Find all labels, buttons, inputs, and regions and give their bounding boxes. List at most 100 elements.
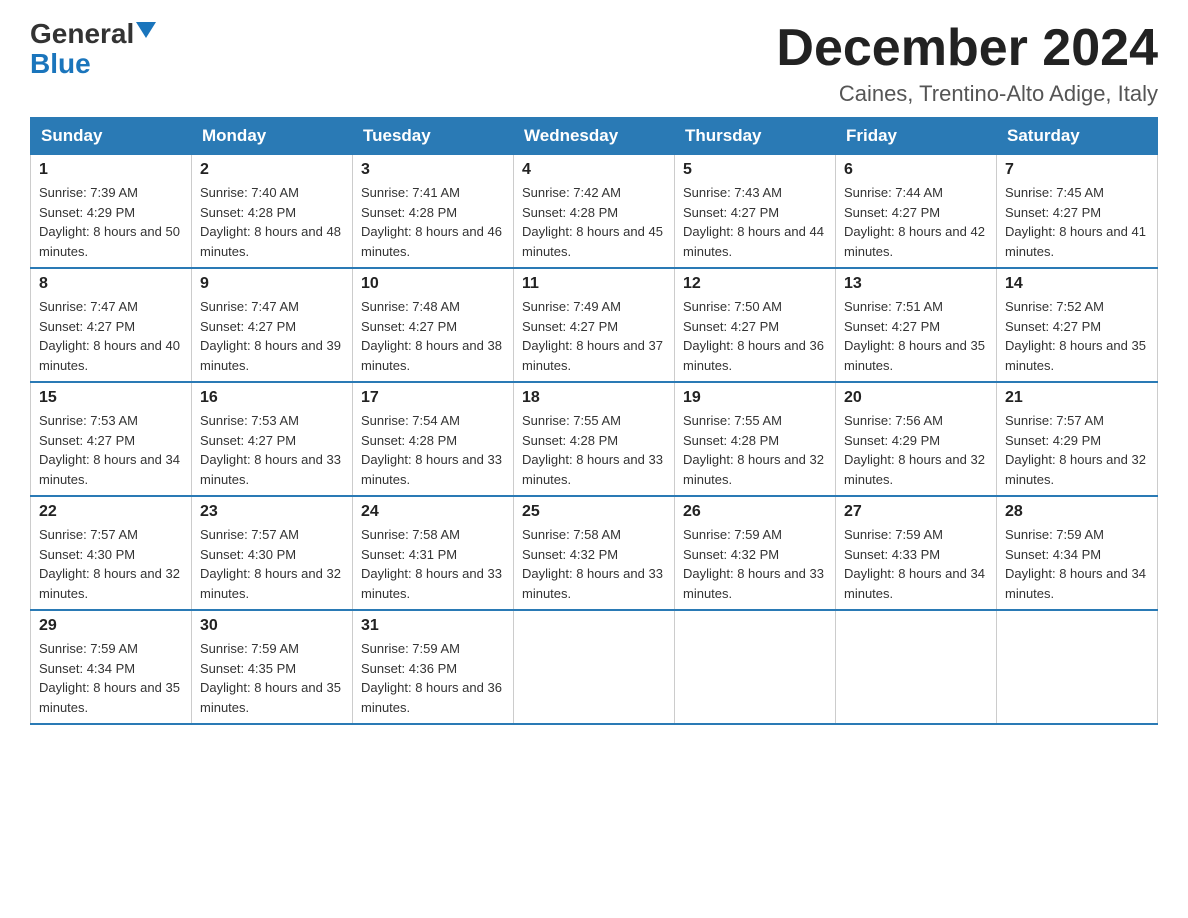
- day-number: 13: [844, 275, 988, 293]
- calendar-week-row: 29Sunrise: 7:59 AMSunset: 4:34 PMDayligh…: [31, 610, 1158, 724]
- calendar-header-row: Sunday Monday Tuesday Wednesday Thursday…: [31, 118, 1158, 155]
- day-info: Sunrise: 7:49 AMSunset: 4:27 PMDaylight:…: [522, 297, 666, 375]
- day-info: Sunrise: 7:43 AMSunset: 4:27 PMDaylight:…: [683, 183, 827, 261]
- day-number: 20: [844, 389, 988, 407]
- table-row: 4 Sunrise: 7:42 AMSunset: 4:28 PMDaylight…: [514, 155, 675, 269]
- day-number: 28: [1005, 503, 1149, 521]
- table-row: 22Sunrise: 7:57 AMSunset: 4:30 PMDayligh…: [31, 496, 192, 610]
- day-number: 10: [361, 275, 505, 293]
- col-saturday: Saturday: [997, 118, 1158, 155]
- day-info: Sunrise: 7:44 AMSunset: 4:27 PMDaylight:…: [844, 183, 988, 261]
- day-number: 11: [522, 275, 666, 293]
- table-row: [514, 610, 675, 724]
- day-info: Sunrise: 7:53 AMSunset: 4:27 PMDaylight:…: [39, 411, 183, 489]
- day-number: 7: [1005, 161, 1149, 179]
- title-block: December 2024 Caines, Trentino-Alto Adig…: [776, 20, 1158, 107]
- table-row: 11 Sunrise: 7:49 AMSunset: 4:27 PMDayligh…: [514, 268, 675, 382]
- table-row: 18 Sunrise: 7:55 AMSunset: 4:28 PMDayligh…: [514, 382, 675, 496]
- table-row: 19 Sunrise: 7:55 AMSunset: 4:28 PMDayligh…: [675, 382, 836, 496]
- day-info: Sunrise: 7:59 AMSunset: 4:35 PMDaylight:…: [200, 639, 344, 717]
- table-row: 16Sunrise: 7:53 AMSunset: 4:27 PMDayligh…: [192, 382, 353, 496]
- col-monday: Monday: [192, 118, 353, 155]
- col-tuesday: Tuesday: [353, 118, 514, 155]
- col-thursday: Thursday: [675, 118, 836, 155]
- day-info: Sunrise: 7:42 AMSunset: 4:28 PMDaylight:…: [522, 183, 666, 261]
- day-number: 23: [200, 503, 344, 521]
- table-row: 1 Sunrise: 7:39 AMSunset: 4:29 PMDaylight…: [31, 155, 192, 269]
- table-row: 12 Sunrise: 7:50 AMSunset: 4:27 PMDayligh…: [675, 268, 836, 382]
- table-row: 27 Sunrise: 7:59 AMSunset: 4:33 PMDayligh…: [836, 496, 997, 610]
- calendar-week-row: 8 Sunrise: 7:47 AMSunset: 4:27 PMDaylight…: [31, 268, 1158, 382]
- table-row: 9 Sunrise: 7:47 AMSunset: 4:27 PMDaylight…: [192, 268, 353, 382]
- table-row: 24 Sunrise: 7:58 AMSunset: 4:31 PMDayligh…: [353, 496, 514, 610]
- day-info: Sunrise: 7:51 AMSunset: 4:27 PMDaylight:…: [844, 297, 988, 375]
- day-number: 22: [39, 503, 183, 521]
- day-number: 1: [39, 161, 183, 179]
- table-row: 20 Sunrise: 7:56 AMSunset: 4:29 PMDayligh…: [836, 382, 997, 496]
- day-info: Sunrise: 7:45 AMSunset: 4:27 PMDaylight:…: [1005, 183, 1149, 261]
- day-info: Sunrise: 7:52 AMSunset: 4:27 PMDaylight:…: [1005, 297, 1149, 375]
- day-number: 19: [683, 389, 827, 407]
- day-number: 18: [522, 389, 666, 407]
- table-row: 28 Sunrise: 7:59 AMSunset: 4:34 PMDayligh…: [997, 496, 1158, 610]
- day-info: Sunrise: 7:58 AMSunset: 4:31 PMDaylight:…: [361, 525, 505, 603]
- day-number: 8: [39, 275, 183, 293]
- month-title: December 2024: [776, 20, 1158, 77]
- page-header: General Blue December 2024 Caines, Trent…: [30, 20, 1158, 107]
- col-friday: Friday: [836, 118, 997, 155]
- table-row: 5 Sunrise: 7:43 AMSunset: 4:27 PMDaylight…: [675, 155, 836, 269]
- day-number: 27: [844, 503, 988, 521]
- table-row: 29Sunrise: 7:59 AMSunset: 4:34 PMDayligh…: [31, 610, 192, 724]
- day-info: Sunrise: 7:55 AMSunset: 4:28 PMDaylight:…: [522, 411, 666, 489]
- day-info: Sunrise: 7:47 AMSunset: 4:27 PMDaylight:…: [39, 297, 183, 375]
- day-number: 17: [361, 389, 505, 407]
- day-number: 26: [683, 503, 827, 521]
- table-row: 25 Sunrise: 7:58 AMSunset: 4:32 PMDayligh…: [514, 496, 675, 610]
- logo: General Blue: [30, 20, 156, 78]
- day-number: 31: [361, 617, 505, 635]
- col-wednesday: Wednesday: [514, 118, 675, 155]
- day-number: 24: [361, 503, 505, 521]
- day-info: Sunrise: 7:57 AMSunset: 4:29 PMDaylight:…: [1005, 411, 1149, 489]
- table-row: [997, 610, 1158, 724]
- day-number: 5: [683, 161, 827, 179]
- day-info: Sunrise: 7:40 AMSunset: 4:28 PMDaylight:…: [200, 183, 344, 261]
- table-row: 14 Sunrise: 7:52 AMSunset: 4:27 PMDayligh…: [997, 268, 1158, 382]
- day-number: 4: [522, 161, 666, 179]
- day-number: 6: [844, 161, 988, 179]
- table-row: 15 Sunrise: 7:53 AMSunset: 4:27 PMDayligh…: [31, 382, 192, 496]
- day-number: 15: [39, 389, 183, 407]
- day-info: Sunrise: 7:55 AMSunset: 4:28 PMDaylight:…: [683, 411, 827, 489]
- table-row: 17Sunrise: 7:54 AMSunset: 4:28 PMDayligh…: [353, 382, 514, 496]
- day-info: Sunrise: 7:59 AMSunset: 4:36 PMDaylight:…: [361, 639, 505, 717]
- location-title: Caines, Trentino-Alto Adige, Italy: [776, 81, 1158, 107]
- day-info: Sunrise: 7:48 AMSunset: 4:27 PMDaylight:…: [361, 297, 505, 375]
- day-info: Sunrise: 7:56 AMSunset: 4:29 PMDaylight:…: [844, 411, 988, 489]
- day-info: Sunrise: 7:59 AMSunset: 4:33 PMDaylight:…: [844, 525, 988, 603]
- day-info: Sunrise: 7:39 AMSunset: 4:29 PMDaylight:…: [39, 183, 183, 261]
- day-info: Sunrise: 7:58 AMSunset: 4:32 PMDaylight:…: [522, 525, 666, 603]
- logo-general-text: General: [30, 20, 134, 48]
- col-sunday: Sunday: [31, 118, 192, 155]
- day-number: 29: [39, 617, 183, 635]
- logo-blue-text: Blue: [30, 48, 91, 79]
- day-number: 12: [683, 275, 827, 293]
- day-info: Sunrise: 7:41 AMSunset: 4:28 PMDaylight:…: [361, 183, 505, 261]
- day-number: 21: [1005, 389, 1149, 407]
- logo-triangle-icon: [136, 22, 156, 38]
- table-row: 7 Sunrise: 7:45 AMSunset: 4:27 PMDaylight…: [997, 155, 1158, 269]
- day-number: 9: [200, 275, 344, 293]
- day-info: Sunrise: 7:50 AMSunset: 4:27 PMDaylight:…: [683, 297, 827, 375]
- day-number: 14: [1005, 275, 1149, 293]
- day-number: 16: [200, 389, 344, 407]
- table-row: 13 Sunrise: 7:51 AMSunset: 4:27 PMDayligh…: [836, 268, 997, 382]
- day-number: 2: [200, 161, 344, 179]
- day-info: Sunrise: 7:47 AMSunset: 4:27 PMDaylight:…: [200, 297, 344, 375]
- table-row: 2 Sunrise: 7:40 AMSunset: 4:28 PMDaylight…: [192, 155, 353, 269]
- table-row: [675, 610, 836, 724]
- day-info: Sunrise: 7:57 AMSunset: 4:30 PMDaylight:…: [200, 525, 344, 603]
- day-info: Sunrise: 7:59 AMSunset: 4:32 PMDaylight:…: [683, 525, 827, 603]
- day-info: Sunrise: 7:59 AMSunset: 4:34 PMDaylight:…: [1005, 525, 1149, 603]
- day-number: 30: [200, 617, 344, 635]
- day-number: 25: [522, 503, 666, 521]
